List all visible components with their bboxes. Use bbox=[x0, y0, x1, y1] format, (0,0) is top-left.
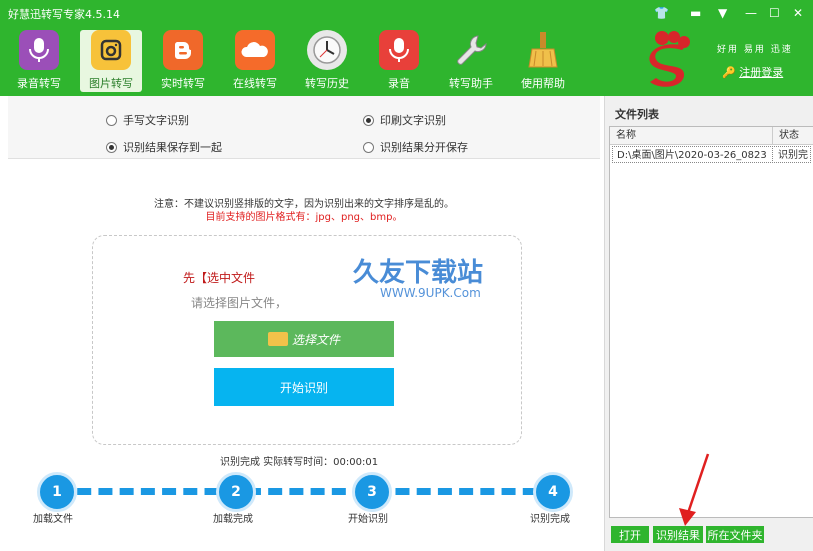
wrench-icon bbox=[451, 30, 491, 70]
radio-label: 印刷文字识别 bbox=[380, 114, 446, 127]
radio-save-separate[interactable]: 识别结果分开保存 bbox=[363, 139, 468, 155]
register-login-label: 注册登录 bbox=[739, 66, 784, 79]
close-icon[interactable]: ✕ bbox=[793, 6, 803, 20]
nav-record[interactable]: 录音 bbox=[368, 30, 430, 92]
open-button[interactable]: 打开 bbox=[611, 526, 649, 543]
nav-help[interactable]: 使用帮助 bbox=[512, 30, 574, 92]
nav-label: 转写助手 bbox=[449, 77, 493, 90]
key-icon: 🔑 bbox=[722, 66, 736, 79]
red-arrow-icon bbox=[679, 453, 710, 526]
status-text: 识别完成 实际转写时间：00:00:01 bbox=[220, 457, 379, 468]
nav-history[interactable]: 转写历史 bbox=[296, 30, 358, 92]
step-1-label: 加载文件 bbox=[33, 514, 73, 525]
radio-save-together[interactable]: 识别结果保存到一起 bbox=[106, 139, 222, 155]
format-note: 目前支持的图片格式有：jpg、png、bmp。 bbox=[205, 212, 403, 223]
window-title: 好慧迅转写专家4.5.14 bbox=[8, 8, 120, 21]
nav-realtime-transcribe[interactable]: 实时转写 bbox=[152, 30, 214, 92]
message-icon[interactable]: ▬ bbox=[690, 6, 701, 20]
menu-icon[interactable]: ▼ bbox=[718, 6, 727, 20]
blogger-icon bbox=[163, 30, 203, 70]
nav-label: 图片转写 bbox=[89, 77, 133, 90]
folder-icon bbox=[267, 332, 288, 346]
column-header-status[interactable]: 状态 bbox=[773, 127, 813, 145]
image-icon bbox=[91, 30, 131, 70]
clock-icon bbox=[307, 30, 347, 70]
mic-record-icon bbox=[379, 30, 419, 70]
drop-hint-red: 先【选中文件 bbox=[183, 271, 256, 285]
file-list-panel: 文件列表 名称 状态 D:\桌面\图片\2020-03-26_0823 识别完 … bbox=[604, 96, 813, 551]
step-2: 2 bbox=[216, 472, 256, 512]
radio-dot bbox=[363, 114, 374, 126]
slogan: 好用 易用 迅速 bbox=[717, 45, 793, 55]
step-4-label: 识别完成 bbox=[530, 514, 570, 525]
maximize-icon[interactable]: ☐ bbox=[769, 6, 780, 20]
minimize-icon[interactable]: — bbox=[745, 6, 757, 20]
nav-label: 使用帮助 bbox=[521, 77, 565, 90]
shirt-icon[interactable]: 👕 bbox=[654, 6, 669, 20]
watermark-text: 久友下载站 bbox=[353, 258, 484, 288]
radio-handwrite[interactable]: 手写文字识别 bbox=[106, 112, 189, 128]
step-2-label: 加载完成 bbox=[213, 514, 253, 525]
cloud-icon bbox=[235, 30, 275, 70]
radio-label: 识别结果分开保存 bbox=[380, 141, 468, 154]
step-3: 3 bbox=[352, 472, 392, 512]
main-panel: 手写文字识别 印刷文字识别 识别结果保存到一起 识别结果分开保存 注意：不建议识… bbox=[8, 96, 600, 551]
step-4: 4 bbox=[533, 472, 573, 512]
drop-hint-gray: 请选择图片文件， bbox=[191, 296, 288, 310]
radio-dot bbox=[363, 141, 374, 153]
radio-print[interactable]: 印刷文字识别 bbox=[363, 112, 446, 128]
step-1: 1 bbox=[37, 472, 77, 512]
radio-label: 识别结果保存到一起 bbox=[123, 141, 222, 154]
start-recognition-label: 开始识别 bbox=[279, 380, 328, 395]
table-row-name[interactable]: D:\桌面\图片\2020-03-26_0823 bbox=[612, 146, 773, 163]
nav-label: 录音 bbox=[388, 77, 410, 90]
nav-label: 在线转写 bbox=[233, 77, 277, 90]
watermark-subtext: WWW.9UPK.Com bbox=[380, 286, 481, 300]
nav-online-transcribe[interactable]: 在线转写 bbox=[224, 30, 286, 92]
title-bar: 好慧迅转写专家4.5.14 👕 ▬ ▼ — ☐ ✕ 录音转写 图片转写 实时转写 bbox=[0, 0, 813, 96]
nav-label: 实时转写 bbox=[161, 77, 205, 90]
file-list-title: 文件列表 bbox=[615, 108, 659, 121]
radio-label: 手写文字识别 bbox=[123, 114, 189, 127]
register-login-link[interactable]: 🔑 注册登录 bbox=[722, 64, 783, 80]
broom-icon bbox=[523, 30, 563, 70]
progress-line bbox=[56, 488, 558, 495]
radio-dot bbox=[106, 141, 117, 153]
nav-assistant[interactable]: 转写助手 bbox=[440, 30, 502, 92]
brand-logo-icon bbox=[649, 31, 690, 87]
radio-dot bbox=[106, 114, 117, 126]
select-file-button[interactable]: 选择文件 bbox=[214, 321, 394, 357]
options-panel: 手写文字识别 印刷文字识别 识别结果保存到一起 识别结果分开保存 bbox=[8, 96, 600, 159]
app-window: 好慧迅转写专家4.5.14 👕 ▬ ▼ — ☐ ✕ 录音转写 图片转写 实时转写 bbox=[0, 0, 813, 551]
table-row-status[interactable]: 识别完 bbox=[774, 146, 811, 163]
nav-voice-transcribe[interactable]: 录音转写 bbox=[8, 30, 70, 92]
step-3-label: 开始识别 bbox=[348, 514, 388, 525]
start-recognition-button[interactable]: 开始识别 bbox=[214, 368, 394, 406]
column-header-name[interactable]: 名称 bbox=[610, 127, 773, 145]
microphone-icon bbox=[19, 30, 59, 70]
nav-image-transcribe[interactable]: 图片转写 bbox=[80, 30, 142, 92]
nav-label: 录音转写 bbox=[17, 77, 61, 90]
select-file-label: 选择文件 bbox=[291, 332, 340, 347]
nav-label: 转写历史 bbox=[305, 77, 349, 90]
